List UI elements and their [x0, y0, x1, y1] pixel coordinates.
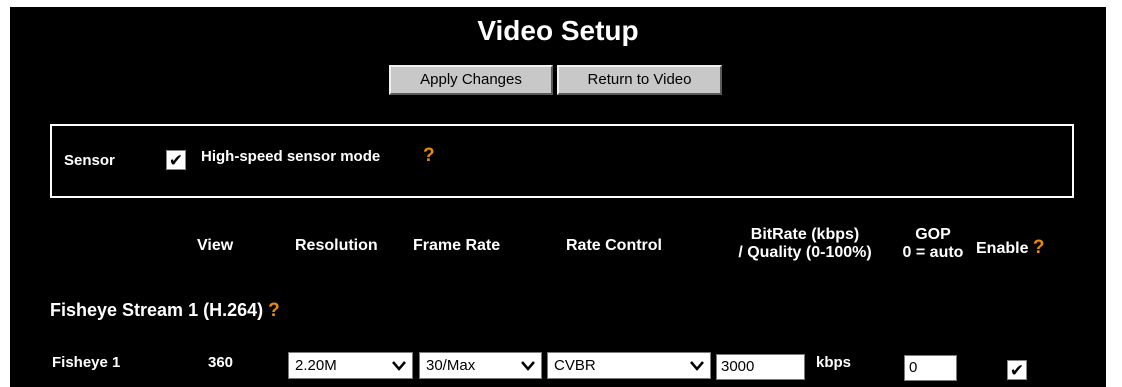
header-rate-control: Rate Control — [566, 237, 662, 254]
header-bitrate-line2: / Quality (0-100%) — [738, 244, 872, 261]
high-speed-sensor-checkbox[interactable]: ✔ — [166, 150, 186, 170]
checkmark-icon: ✔ — [168, 151, 184, 170]
header-bitrate-line1: BitRate (kbps) — [750, 226, 860, 243]
resolution-select[interactable]: 2.20M — [288, 352, 413, 379]
chevron-down-icon — [521, 353, 535, 386]
chevron-down-icon — [392, 353, 406, 386]
chevron-down-icon — [690, 353, 704, 386]
enable-checkbox[interactable]: ✔ — [1007, 360, 1027, 380]
header-frame-rate: Frame Rate — [413, 237, 501, 254]
header-resolution: Resolution — [295, 237, 378, 254]
row-name: Fisheye 1 — [52, 354, 121, 371]
sensor-section: Sensor ✔ High-speed sensor mode ? — [50, 124, 1074, 198]
header-gop-line1: GOP — [915, 226, 951, 243]
header-view: View — [197, 237, 234, 254]
bitrate-input[interactable]: 3000 — [716, 354, 805, 380]
video-setup-panel: Video Setup Apply Changes Return to Vide… — [10, 7, 1106, 387]
enable-help-icon[interactable]: ? — [1033, 237, 1045, 258]
frame-rate-value: 30/Max — [426, 357, 476, 374]
stream-title-label: Fisheye Stream 1 (H.264) — [50, 300, 264, 320]
header-gop-line2: 0 = auto — [902, 244, 964, 261]
header-enable: Enable ? — [976, 237, 1045, 259]
rate-control-value: CVBR — [554, 357, 596, 374]
row-view: 360 — [208, 354, 234, 371]
return-to-video-button[interactable]: Return to Video — [557, 65, 722, 95]
header-bitrate: BitRate (kbps) / Quality (0-100%) — [714, 226, 896, 262]
resolution-value: 2.20M — [295, 357, 337, 374]
rate-control-select[interactable]: CVBR — [547, 352, 711, 379]
bitrate-unit: kbps — [816, 354, 852, 371]
header-gop: GOP 0 = auto — [894, 226, 972, 262]
sensor-help-icon[interactable]: ? — [423, 145, 435, 167]
gop-input[interactable]: 0 — [904, 355, 957, 381]
stream-help-icon[interactable]: ? — [268, 300, 280, 321]
stream-title: Fisheye Stream 1 (H.264) ? — [50, 300, 280, 322]
checkmark-icon: ✔ — [1009, 361, 1025, 380]
header-enable-label: Enable — [976, 240, 1029, 257]
high-speed-sensor-label: High-speed sensor mode — [201, 148, 381, 165]
sensor-label: Sensor — [64, 152, 115, 169]
frame-rate-select[interactable]: 30/Max — [419, 352, 542, 379]
apply-changes-button[interactable]: Apply Changes — [389, 65, 553, 95]
page-title: Video Setup — [477, 15, 639, 46]
